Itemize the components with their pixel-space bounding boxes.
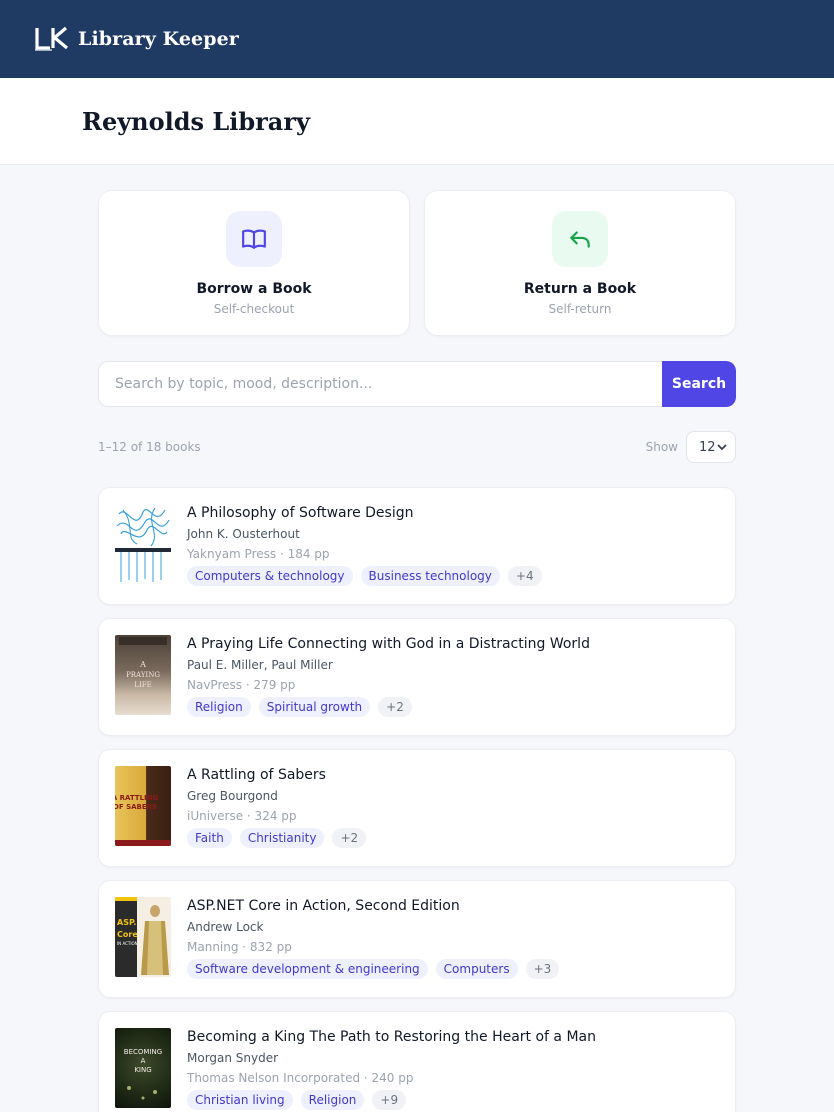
tag-chip[interactable]: Religion — [300, 1090, 365, 1110]
book-card[interactable]: A RATTLING OF SABERS A Rattling of Saber… — [98, 749, 736, 867]
return-icon-tile — [552, 211, 608, 267]
book-author: Greg Bourgond — [187, 789, 278, 803]
book-list: A Philosophy of Software Design John K. … — [98, 487, 736, 1112]
book-publisher-pages: Thomas Nelson Incorporated · 240 pp — [187, 1071, 414, 1085]
tag-chip[interactable]: Christianity — [239, 828, 325, 848]
book-card[interactable]: BECOMING A KING Becoming a King The Path… — [98, 1011, 736, 1112]
book-title[interactable]: ASP.NET Core in Action, Second Edition — [187, 897, 559, 915]
page-size-select[interactable]: 12 — [686, 431, 736, 463]
svg-text:LIFE: LIFE — [134, 681, 151, 689]
page-header: Reynolds Library — [0, 78, 834, 165]
show-label: Show — [645, 440, 678, 454]
page-size-value: 12 — [699, 439, 716, 455]
return-arrow-icon — [570, 231, 590, 248]
return-book-button[interactable]: Return a Book Self-return — [424, 190, 736, 336]
book-tags: Religion Spiritual growth +2 — [187, 697, 590, 717]
book-info: A Rattling of Sabers Greg Bourgond iUniv… — [187, 766, 367, 850]
cover-art: ASP. Core IN ACTION — [115, 897, 171, 977]
book-cover-image — [115, 504, 171, 584]
book-info: A Philosophy of Software Design John K. … — [187, 504, 542, 588]
book-author: Morgan Snyder — [187, 1051, 279, 1065]
svg-text:IN ACTION: IN ACTION — [117, 941, 138, 946]
book-publisher-pages: Yaknyam Press · 184 pp — [187, 547, 330, 561]
svg-text:A: A — [139, 660, 146, 669]
page-size-control: Show 12 — [646, 431, 736, 463]
book-cover-image: BECOMING A KING — [115, 1028, 171, 1108]
more-tags-chip[interactable]: +2 — [378, 697, 412, 717]
tag-chip[interactable]: Software development & engineering — [187, 959, 428, 979]
svg-text:PRAYING: PRAYING — [126, 671, 160, 679]
cover-art: A RATTLING OF SABERS — [115, 794, 171, 846]
svg-text:BECOMING: BECOMING — [124, 1048, 162, 1056]
app-logo[interactable]: Library Keeper — [34, 26, 239, 52]
book-tags: Christian living Religion +9 — [187, 1090, 596, 1110]
tag-chip[interactable]: Religion — [187, 697, 251, 717]
borrow-subtitle: Self-checkout — [213, 302, 295, 316]
book-publisher-pages: NavPress · 279 pp — [187, 678, 296, 692]
results-count: 1–12 of 18 books — [98, 440, 201, 454]
book-title[interactable]: Becoming a King The Path to Restoring th… — [187, 1028, 596, 1046]
search-input[interactable] — [98, 361, 662, 407]
cover-art: BECOMING A KING — [124, 1048, 162, 1100]
svg-text:Core: Core — [117, 930, 138, 939]
cover-art: A PRAYING LIFE — [119, 637, 167, 689]
page-title: Reynolds Library — [82, 106, 310, 136]
book-card[interactable]: A PRAYING LIFE A Praying Life Connecting… — [98, 618, 736, 736]
results-toolbar: 1–12 of 18 books Show 12 — [98, 431, 736, 463]
search-bar: Search — [98, 361, 736, 407]
book-info: ASP.NET Core in Action, Second Edition A… — [187, 897, 560, 981]
return-subtitle: Self-return — [548, 302, 612, 316]
return-title: Return a Book — [523, 281, 637, 297]
main-content: Borrow a Book Self-checkout Return a Boo… — [98, 190, 736, 1112]
svg-text:KING: KING — [134, 1066, 151, 1074]
library-keeper-logo-icon — [35, 26, 69, 51]
book-open-icon — [242, 229, 266, 249]
book-tags: Computers & technology Business technolo… — [187, 566, 542, 586]
book-title[interactable]: A Rattling of Sabers — [187, 766, 366, 784]
book-card[interactable]: A Philosophy of Software Design John K. … — [98, 487, 736, 605]
book-title[interactable]: A Philosophy of Software Design — [187, 504, 542, 522]
book-publisher-pages: iUniverse · 324 pp — [187, 809, 297, 823]
book-card[interactable]: ASP. Core IN ACTION ASP.NET Core in Acti… — [98, 880, 736, 998]
book-cover-image: A RATTLING OF SABERS — [115, 766, 171, 846]
book-author: John K. Ousterhout — [187, 527, 300, 541]
more-tags-chip[interactable]: +2 — [332, 828, 367, 848]
book-info: A Praying Life Connecting with God in a … — [187, 635, 590, 719]
book-cover-image: ASP. Core IN ACTION — [115, 897, 171, 977]
book-publisher-pages: Manning · 832 pp — [187, 940, 292, 954]
app-name: Library Keeper — [78, 28, 239, 50]
svg-text:ASP.: ASP. — [117, 918, 136, 927]
top-bar: Library Keeper — [0, 0, 834, 78]
book-cover-image: A PRAYING LIFE — [115, 635, 171, 715]
svg-text:OF SABERS: OF SABERS — [115, 803, 157, 811]
borrow-title: Borrow a Book — [196, 281, 312, 297]
chevron-down-icon — [717, 444, 727, 451]
action-cards: Borrow a Book Self-checkout Return a Boo… — [98, 190, 736, 336]
cover-art — [115, 504, 171, 584]
book-title[interactable]: A Praying Life Connecting with God in a … — [187, 635, 590, 653]
book-tags: Software development & engineering Compu… — [187, 959, 560, 979]
borrow-book-button[interactable]: Borrow a Book Self-checkout — [98, 190, 410, 336]
book-info: Becoming a King The Path to Restoring th… — [187, 1028, 596, 1112]
tag-chip[interactable]: Christian living — [187, 1090, 293, 1110]
more-tags-chip[interactable]: +3 — [525, 959, 560, 979]
book-author: Andrew Lock — [187, 920, 264, 934]
search-button[interactable]: Search — [662, 361, 736, 407]
svg-text:A RATTLING: A RATTLING — [115, 794, 159, 802]
tag-chip[interactable]: Faith — [187, 828, 232, 848]
svg-text:A: A — [141, 1057, 146, 1065]
borrow-icon-tile — [226, 211, 282, 267]
tag-chip[interactable]: Spiritual growth — [258, 697, 371, 717]
tag-chip[interactable]: Computers & technology — [187, 566, 353, 586]
book-author: Paul E. Miller, Paul Miller — [187, 658, 333, 672]
book-tags: Faith Christianity +2 — [187, 828, 367, 848]
tag-chip[interactable]: Business technology — [360, 566, 500, 586]
tag-chip[interactable]: Computers — [435, 959, 518, 979]
more-tags-chip[interactable]: +4 — [507, 566, 542, 586]
more-tags-chip[interactable]: +9 — [372, 1090, 407, 1110]
